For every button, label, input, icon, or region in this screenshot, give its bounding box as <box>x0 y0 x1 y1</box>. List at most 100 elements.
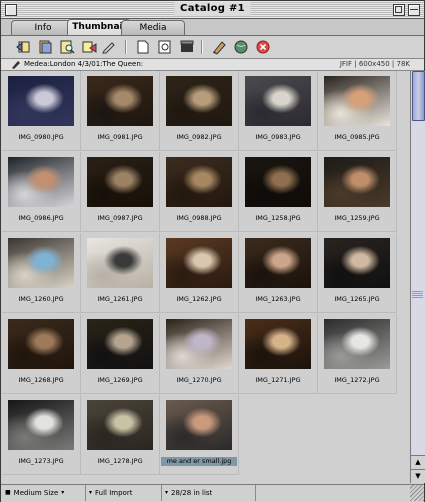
thumbnail-image[interactable] <box>245 157 311 207</box>
thumbnail-cell[interactable]: IMG_0982.JPG <box>160 71 239 151</box>
title-bar[interactable]: Catalog #1 <box>1 1 424 19</box>
file-path: Medea:London 4/3/01:The Queen: <box>24 60 144 68</box>
thumbnail-filename: IMG_0987.JPG <box>97 214 143 222</box>
thumbnail-grid: IMG_0980.JPG IMG_0981.JPG IMG_0982.JPG IMG_… <box>2 71 409 483</box>
thumbnail-cell[interactable]: IMG_0986.JPG <box>2 152 81 232</box>
tab-info[interactable]: Info <box>11 20 75 35</box>
thumbnail-image[interactable] <box>245 319 311 369</box>
list-count-label: 28/28 in list <box>171 489 213 497</box>
tab-media[interactable]: Media <box>121 20 185 35</box>
thumbnail-cell[interactable]: IMG_1272.JPG <box>318 314 397 394</box>
thumbnail-image[interactable] <box>245 238 311 288</box>
thumbnail-cell[interactable]: IMG_0980.JPG <box>2 71 81 151</box>
catalog-icon[interactable] <box>37 39 53 55</box>
thumbnail-filename: IMG_1260.JPG <box>18 295 64 303</box>
thumbnail-filename: IMG_1272.JPG <box>334 376 380 384</box>
size-menu-arrow-icon: ■ <box>5 489 11 496</box>
thumbnail-image[interactable] <box>8 157 74 207</box>
thumbnail-image[interactable] <box>324 157 390 207</box>
find-icon[interactable] <box>59 39 75 55</box>
thumbnail-image[interactable] <box>87 76 153 126</box>
collapse-box[interactable] <box>408 4 420 16</box>
thumbnail-cell[interactable]: IMG_1271.JPG <box>239 314 318 394</box>
thumbnail-image[interactable] <box>324 238 390 288</box>
size-menu-label: Medium Size <box>13 489 59 497</box>
thumbnail-image[interactable] <box>8 400 74 450</box>
thumbnail-filename: IMG_0988.JPG <box>176 214 222 222</box>
edit-pencil-icon[interactable] <box>211 39 227 55</box>
slideshow-icon[interactable] <box>179 39 195 55</box>
thumbnail-filename: IMG_1268.JPG <box>18 376 64 384</box>
thumbnail-cell[interactable]: IMG_1278.JPG <box>81 395 160 475</box>
thumbnail-cell[interactable]: IMG_1259.JPG <box>318 152 397 232</box>
thumbnail-image[interactable] <box>166 238 232 288</box>
image-format: JFIF <box>339 60 352 68</box>
thumbnail-cell[interactable]: IMG_1263.JPG <box>239 233 318 313</box>
thumbnail-cell[interactable]: IMG_1260.JPG <box>2 233 81 313</box>
thumbnail-image[interactable] <box>166 76 232 126</box>
thumbnail-image[interactable] <box>166 319 232 369</box>
sort-icon[interactable] <box>81 39 97 55</box>
thumbnail-filename: IMG_1269.JPG <box>97 376 143 384</box>
scroll-down-arrow[interactable]: ▼ <box>411 469 425 483</box>
tab-bar: Info Thumbnail Media <box>1 19 424 36</box>
resize-grip[interactable] <box>410 485 424 501</box>
thumbnail-cell[interactable]: IMG_1265.JPG <box>318 233 397 313</box>
delete-icon[interactable] <box>255 39 271 55</box>
thumbnail-cell[interactable]: IMG_1261.JPG <box>81 233 160 313</box>
page-icon[interactable] <box>135 39 151 55</box>
thumbnail-image[interactable] <box>8 76 74 126</box>
thumbnail-filename: IMG_1271.JPG <box>255 376 301 384</box>
thumbnail-image[interactable] <box>245 76 311 126</box>
thumbnail-image[interactable] <box>8 319 74 369</box>
thumbnail-filename: IMG_0986.JPG <box>18 214 64 222</box>
thumbnail-image[interactable] <box>166 400 232 450</box>
thumbnail-cell[interactable]: IMG_0985.JPG <box>318 71 397 151</box>
thumbnail-cell[interactable]: IMG_0987.JPG <box>81 152 160 232</box>
thumbnail-filename: IMG_1261.JPG <box>97 295 143 303</box>
thumbnail-filename: IMG_1273.JPG <box>18 457 64 465</box>
close-box[interactable] <box>5 4 17 16</box>
thumbnail-image[interactable] <box>166 157 232 207</box>
thumbnail-image[interactable] <box>87 319 153 369</box>
import-menu-label: Full Import <box>95 489 133 497</box>
thumbnail-cell[interactable]: IMG_0981.JPG <box>81 71 160 151</box>
thumbnail-image[interactable] <box>87 157 153 207</box>
thumbnail-filename: IMG_0985.JPG <box>334 133 380 141</box>
globe-icon[interactable] <box>233 39 249 55</box>
thumbnail-cell[interactable]: IMG_0988.JPG <box>160 152 239 232</box>
toolbar <box>1 36 424 59</box>
thumbnail-image[interactable] <box>324 76 390 126</box>
thumbnail-cell[interactable]: IMG_1273.JPG <box>2 395 81 475</box>
thumbnail-filename: IMG_1265.JPG <box>334 295 380 303</box>
back-icon[interactable] <box>15 39 31 55</box>
thumbnail-image[interactable] <box>87 400 153 450</box>
thumbnail-cell[interactable]: IMG_1270.JPG <box>160 314 239 394</box>
thumbnail-cell[interactable]: IMG_1258.JPG <box>239 152 318 232</box>
vertical-scrollbar[interactable]: ▲ ▼ <box>410 71 425 483</box>
list-count[interactable]: ▾ 28/28 in list <box>161 485 256 501</box>
thumbnail-filename: me and er small.jpg <box>161 457 237 466</box>
edit-icon[interactable] <box>101 39 117 55</box>
thumbnail-cell[interactable]: IMG_1269.JPG <box>81 314 160 394</box>
thumbnail-cell[interactable]: IMG_1268.JPG <box>2 314 81 394</box>
import-menu[interactable]: ▾ Full Import <box>85 485 162 501</box>
thumbnail-filename: IMG_1270.JPG <box>176 376 222 384</box>
thumbnail-image[interactable] <box>324 319 390 369</box>
scroll-thumb[interactable] <box>412 71 425 121</box>
thumbnail-cell[interactable]: IMG_1262.JPG <box>160 233 239 313</box>
thumbnail-cell[interactable]: IMG_0983.JPG <box>239 71 318 151</box>
zoom-icon[interactable] <box>157 39 173 55</box>
thumbnail-image[interactable] <box>87 238 153 288</box>
thumbnail-filename: IMG_0983.JPG <box>255 133 301 141</box>
size-menu[interactable]: ■ Medium Size ▾ <box>1 485 86 501</box>
image-size: 78K <box>396 60 411 68</box>
status-bar: ■ Medium Size ▾ ▾ Full Import ▾ 28/28 in… <box>1 484 424 502</box>
thumbnail-cell[interactable]: me and er small.jpg <box>160 395 239 475</box>
scroll-up-arrow[interactable]: ▲ <box>411 455 425 469</box>
zoom-box[interactable] <box>393 4 405 16</box>
list-count-chevron-icon: ▾ <box>165 489 169 496</box>
thumbnail-image[interactable] <box>8 238 74 288</box>
toolbar-separator <box>125 40 126 54</box>
thumbnail-filename: IMG_1259.JPG <box>334 214 380 222</box>
